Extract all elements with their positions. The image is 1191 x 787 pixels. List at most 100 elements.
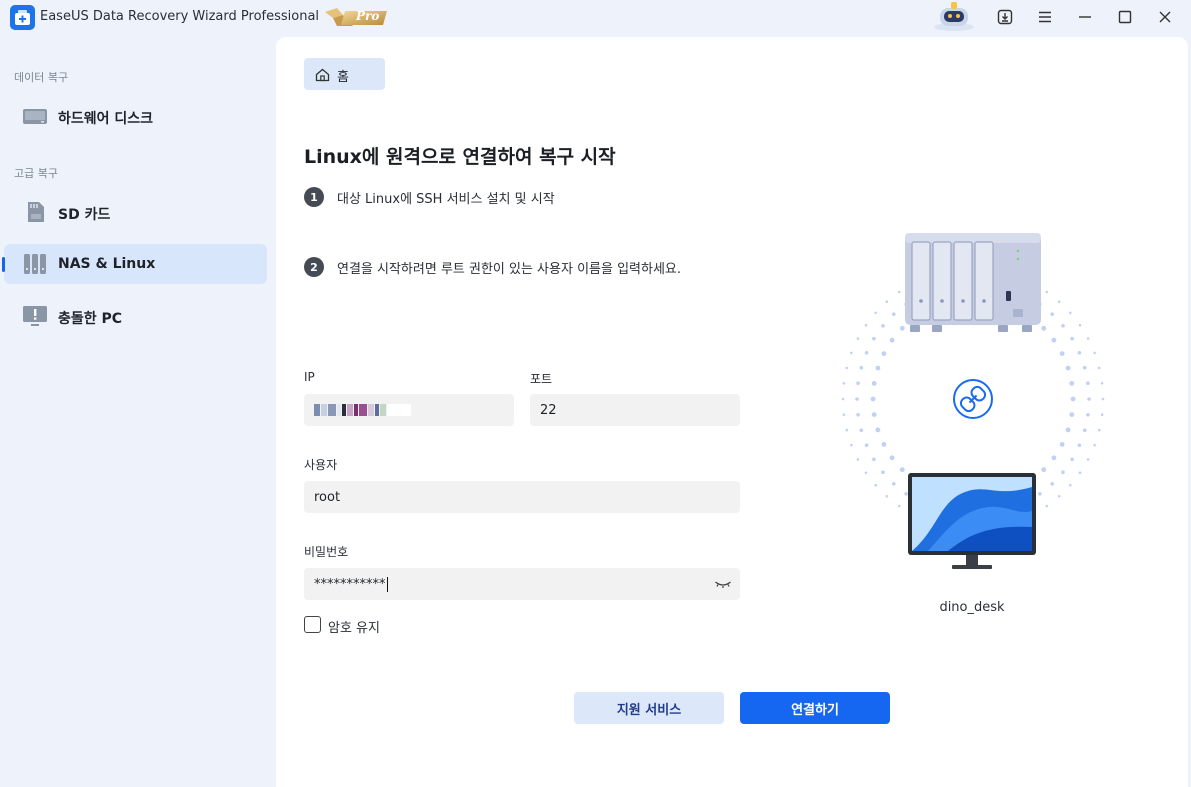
password-field[interactable]: ***********	[304, 568, 740, 600]
ring-dot	[864, 471, 868, 475]
ring-dot	[1045, 290, 1049, 294]
ring-dot	[874, 483, 877, 487]
device-name: dino_desk	[939, 600, 1005, 615]
eye-closed-icon[interactable]	[714, 577, 732, 595]
sidebar-item-nas-linux[interactable]: NAS & Linux	[2, 244, 267, 284]
ring-dot	[1051, 337, 1057, 343]
ring-dot	[1093, 443, 1096, 447]
ring-dot	[1069, 311, 1072, 315]
password-label: 비밀번호	[304, 545, 349, 559]
ring-dot	[1082, 365, 1087, 370]
step-text: 연결을 시작하려면 루트 권한이 있는 사용자 이름을 입력하세요.	[337, 261, 682, 277]
sidebar-item-hard-disk[interactable]: 하드웨어 디스크	[4, 96, 267, 136]
ring-dot	[892, 312, 896, 316]
sidebar-section-advanced-recovery: 고급 복구	[14, 167, 58, 180]
ring-dot	[1065, 365, 1071, 371]
ring-dot	[870, 396, 876, 402]
ring-dot	[1069, 412, 1075, 417]
ring-dot	[885, 495, 889, 498]
ring-dot	[1100, 382, 1104, 385]
ring-dot	[1087, 397, 1091, 401]
ring-dot	[899, 325, 905, 331]
sidebar-item-label: 충돌한 PC	[58, 311, 123, 327]
title-bar: EaseUS Data Recovery Wizard Professional…	[0, 0, 1191, 34]
home-breadcrumb-button[interactable]: 홈	[304, 58, 385, 90]
sidebar: 데이터 복구 하드웨어 디스크 고급 복구 SD 카드 NAS & Linux …	[0, 34, 276, 787]
page-title: Linux에 원격으로 연결하여 복구 시작	[304, 146, 616, 168]
home-label: 홈	[337, 70, 349, 85]
maximize-icon[interactable]	[1113, 6, 1137, 28]
ring-dot	[864, 323, 868, 327]
ring-dot	[1061, 324, 1065, 328]
home-icon	[315, 67, 330, 86]
step-number: 1	[304, 187, 324, 207]
ring-dot	[881, 442, 887, 447]
ring-dot	[850, 351, 853, 355]
robot-assistant-icon[interactable]	[930, 0, 978, 32]
user-label: 사용자	[304, 458, 338, 472]
ring-dot	[845, 428, 849, 432]
sidebar-item-sd-card[interactable]: SD 카드	[4, 192, 267, 232]
ring-dot	[1100, 413, 1104, 416]
menu-icon[interactable]	[1033, 6, 1057, 28]
ring-dot	[1086, 413, 1090, 417]
ring-dot	[1057, 300, 1061, 303]
ip-label: IP	[304, 370, 315, 384]
ring-dot	[881, 470, 885, 474]
ring-dot	[1038, 492, 1042, 496]
port-field[interactable]	[530, 394, 740, 426]
ring-dot	[1051, 455, 1057, 461]
ring-dot	[1082, 428, 1087, 433]
nas-to-pc-illustration	[841, 233, 1105, 569]
ring-dot	[842, 413, 846, 416]
ring-dot	[889, 337, 895, 343]
ring-dot	[856, 337, 860, 340]
ring-dot	[885, 300, 889, 303]
ring-dot	[841, 397, 845, 401]
ring-dot	[845, 366, 849, 370]
ring-dot	[864, 351, 869, 355]
connection-illustration	[828, 229, 1118, 629]
ring-dot	[859, 365, 864, 370]
ring-dot	[1059, 351, 1065, 356]
ring-dot	[1061, 470, 1065, 474]
ring-dot	[899, 467, 905, 473]
sidebar-item-label: 하드웨어 디스크	[58, 111, 154, 127]
ring-dot	[1086, 337, 1090, 340]
ring-dot	[1077, 351, 1082, 355]
ring-dot	[897, 290, 901, 294]
ring-dot	[1057, 495, 1061, 498]
ring-dot	[872, 336, 876, 341]
password-value: ***********	[314, 576, 388, 592]
ring-dot	[856, 458, 860, 461]
app-title: EaseUS Data Recovery Wizard Professional	[40, 9, 320, 24]
ip-field[interactable]	[304, 394, 514, 426]
sidebar-item-crashed-pc[interactable]: 충돌한 PC	[4, 296, 267, 336]
ring-dot	[856, 381, 860, 385]
close-icon[interactable]	[1153, 6, 1177, 28]
ring-dot	[1070, 396, 1076, 402]
remember-password-checkbox[interactable]	[304, 616, 321, 633]
ring-dot	[842, 382, 846, 385]
ring-dot	[1078, 323, 1082, 327]
ring-dot	[1045, 504, 1049, 508]
ring-dot	[1059, 442, 1065, 447]
sidebar-item-label: SD 카드	[58, 207, 111, 223]
connect-button[interactable]: 연결하기	[740, 692, 890, 724]
ring-dot	[897, 504, 901, 508]
pro-badge: Pro	[323, 6, 391, 28]
ring-dot	[1101, 397, 1105, 401]
download-icon[interactable]	[993, 6, 1017, 28]
ring-dot	[1041, 467, 1047, 473]
user-field[interactable]	[304, 481, 740, 513]
ring-dot	[1078, 471, 1082, 475]
ring-dot	[1086, 381, 1090, 385]
ring-dot	[856, 413, 860, 417]
hard-disk-icon	[22, 105, 48, 127]
user-input[interactable]	[314, 489, 740, 505]
port-input[interactable]	[540, 402, 740, 418]
ring-dot	[1097, 366, 1101, 370]
monitor-icon	[908, 473, 1036, 569]
minimize-icon[interactable]	[1073, 6, 1097, 28]
support-service-button[interactable]: 지원 서비스	[574, 692, 724, 724]
